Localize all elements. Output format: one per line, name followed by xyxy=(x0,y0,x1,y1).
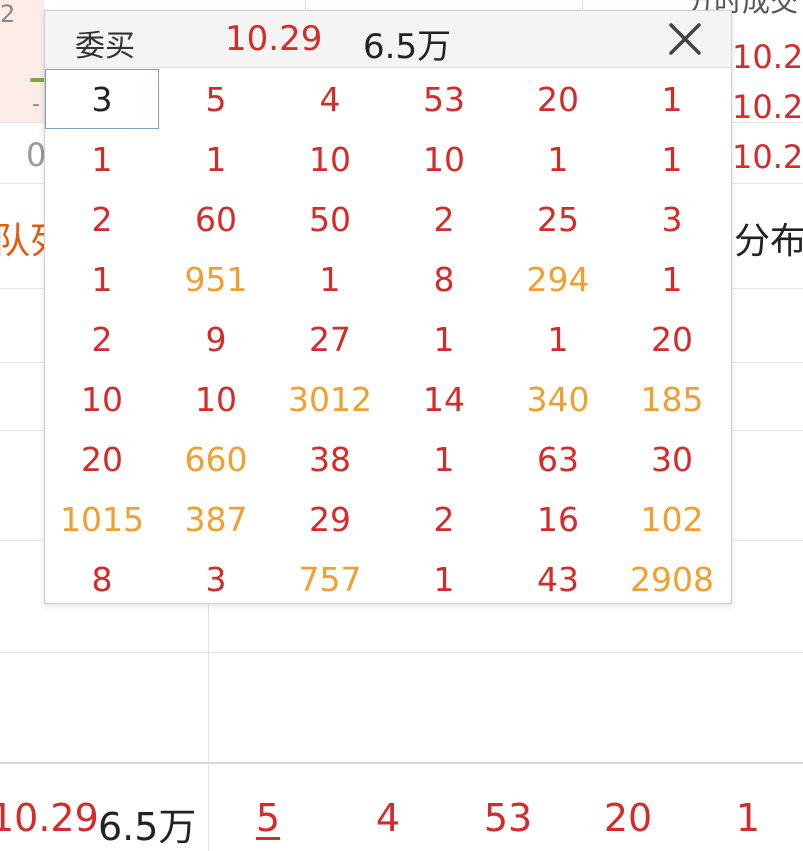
order-cell[interactable]: 3 xyxy=(45,69,159,129)
bid-price: 10.29 xyxy=(0,796,99,840)
order-cell[interactable]: 1015 xyxy=(45,489,159,549)
order-cell[interactable]: 2908 xyxy=(615,549,729,609)
popup-bid-label: 委买 xyxy=(75,29,135,64)
close-button[interactable] xyxy=(661,15,709,63)
order-cell[interactable]: 10 xyxy=(159,369,273,429)
trade-price: 10.29 xyxy=(732,138,803,176)
order-row: 10 10 3012 14 340 185 xyxy=(45,369,731,429)
order-cell[interactable]: 1 xyxy=(45,129,159,189)
order-cell[interactable]: 5 xyxy=(159,69,273,129)
order-cell[interactable]: 9 xyxy=(159,309,273,369)
order-cell[interactable]: 8 xyxy=(387,249,501,309)
order-row: 8 3 757 1 43 2908 xyxy=(45,549,731,609)
order-cell[interactable]: 757 xyxy=(273,549,387,609)
order-cell[interactable]: 1 xyxy=(501,309,615,369)
order-row: 1 1 10 10 1 1 xyxy=(45,129,731,189)
queue-order[interactable]: 20 xyxy=(588,796,668,840)
order-cell[interactable]: 951 xyxy=(159,249,273,309)
order-cell[interactable]: 1 xyxy=(159,129,273,189)
order-cell[interactable]: 1 xyxy=(387,429,501,489)
order-cell[interactable]: 1 xyxy=(615,249,729,309)
order-grid: 3 5 4 53 20 1 1 1 10 10 1 1 2 60 50 2 25 3 1 951 1 8 294 1 2 9 27 1… xyxy=(45,69,731,609)
order-cell[interactable]: 1 xyxy=(387,309,501,369)
order-cell[interactable]: 387 xyxy=(159,489,273,549)
order-cell[interactable]: 1 xyxy=(45,249,159,309)
order-row: 1 951 1 8 294 1 xyxy=(45,249,731,309)
order-row: 3 5 4 53 20 1 xyxy=(45,69,731,129)
order-cell[interactable]: 660 xyxy=(159,429,273,489)
popup-bid-volume: 6.5万 xyxy=(363,27,452,67)
order-cell[interactable]: 43 xyxy=(501,549,615,609)
trade-price: 10.29 xyxy=(732,88,803,126)
order-cell[interactable]: 30 xyxy=(615,429,729,489)
order-cell[interactable]: 25 xyxy=(501,189,615,249)
order-cell[interactable]: 10 xyxy=(387,129,501,189)
order-cell[interactable]: 2 xyxy=(387,189,501,249)
queue-order[interactable]: 4 xyxy=(348,796,428,840)
order-cell[interactable]: 20 xyxy=(615,309,729,369)
order-cell[interactable]: 340 xyxy=(501,369,615,429)
popup-bid-price: 10.29 xyxy=(225,19,323,59)
order-row: 20 660 38 1 63 30 xyxy=(45,429,731,489)
order-cell[interactable]: 50 xyxy=(273,189,387,249)
close-icon xyxy=(669,23,701,55)
order-cell[interactable]: 3 xyxy=(159,549,273,609)
chart-axis-dash: - xyxy=(32,92,40,117)
order-cell[interactable]: 60 xyxy=(159,189,273,249)
order-cell[interactable]: 294 xyxy=(501,249,615,309)
queue-order[interactable]: 5 xyxy=(228,796,308,840)
order-cell[interactable]: 20 xyxy=(45,429,159,489)
order-cell[interactable]: 2 xyxy=(45,309,159,369)
order-row: 1015 387 29 2 16 102 xyxy=(45,489,731,549)
bid-queue-row[interactable]: 10.29 6.5万 5 4 53 20 1 xyxy=(0,764,803,851)
order-cell[interactable]: 27 xyxy=(273,309,387,369)
chart-axis-label: 2 xyxy=(0,0,16,28)
order-row: 2 9 27 1 1 20 xyxy=(45,309,731,369)
bid-volume: 6.5万 xyxy=(98,805,197,849)
order-cell[interactable]: 1 xyxy=(615,69,729,129)
order-row: 2 60 50 2 25 3 xyxy=(45,189,731,249)
order-cell[interactable]: 16 xyxy=(501,489,615,549)
order-cell[interactable]: 20 xyxy=(501,69,615,129)
order-cell[interactable]: 1 xyxy=(387,549,501,609)
order-cell[interactable]: 2 xyxy=(45,189,159,249)
order-cell[interactable]: 38 xyxy=(273,429,387,489)
order-cell[interactable]: 10 xyxy=(273,129,387,189)
order-cell[interactable]: 1 xyxy=(273,249,387,309)
order-cell[interactable]: 3012 xyxy=(273,369,387,429)
order-cell[interactable]: 14 xyxy=(387,369,501,429)
popup-header: 委买 10.29 6.5万 xyxy=(45,11,731,68)
queue-order[interactable]: 1 xyxy=(708,796,788,840)
order-cell[interactable]: 3 xyxy=(615,189,729,249)
order-cell[interactable]: 185 xyxy=(615,369,729,429)
order-cell[interactable]: 8 xyxy=(45,549,159,609)
bid-queue-popup: 委买 10.29 6.5万 3 5 4 53 20 1 1 1 10 10 1 1 2 60 50 2 25 3 1… xyxy=(44,10,732,604)
order-cell[interactable]: 10 xyxy=(45,369,159,429)
trade-price: 10.29 xyxy=(732,38,803,76)
order-cell[interactable]: 29 xyxy=(273,489,387,549)
order-cell[interactable]: 53 xyxy=(387,69,501,129)
order-cell[interactable]: 2 xyxy=(387,489,501,549)
order-cell[interactable]: 102 xyxy=(615,489,729,549)
order-cell[interactable]: 63 xyxy=(501,429,615,489)
divider xyxy=(0,652,803,653)
distribution-tab[interactable]: 分布 xyxy=(734,212,803,264)
order-cell[interactable]: 1 xyxy=(501,129,615,189)
queue-order[interactable]: 53 xyxy=(468,796,548,840)
order-cell[interactable]: 1 xyxy=(615,129,729,189)
order-cell[interactable]: 4 xyxy=(273,69,387,129)
